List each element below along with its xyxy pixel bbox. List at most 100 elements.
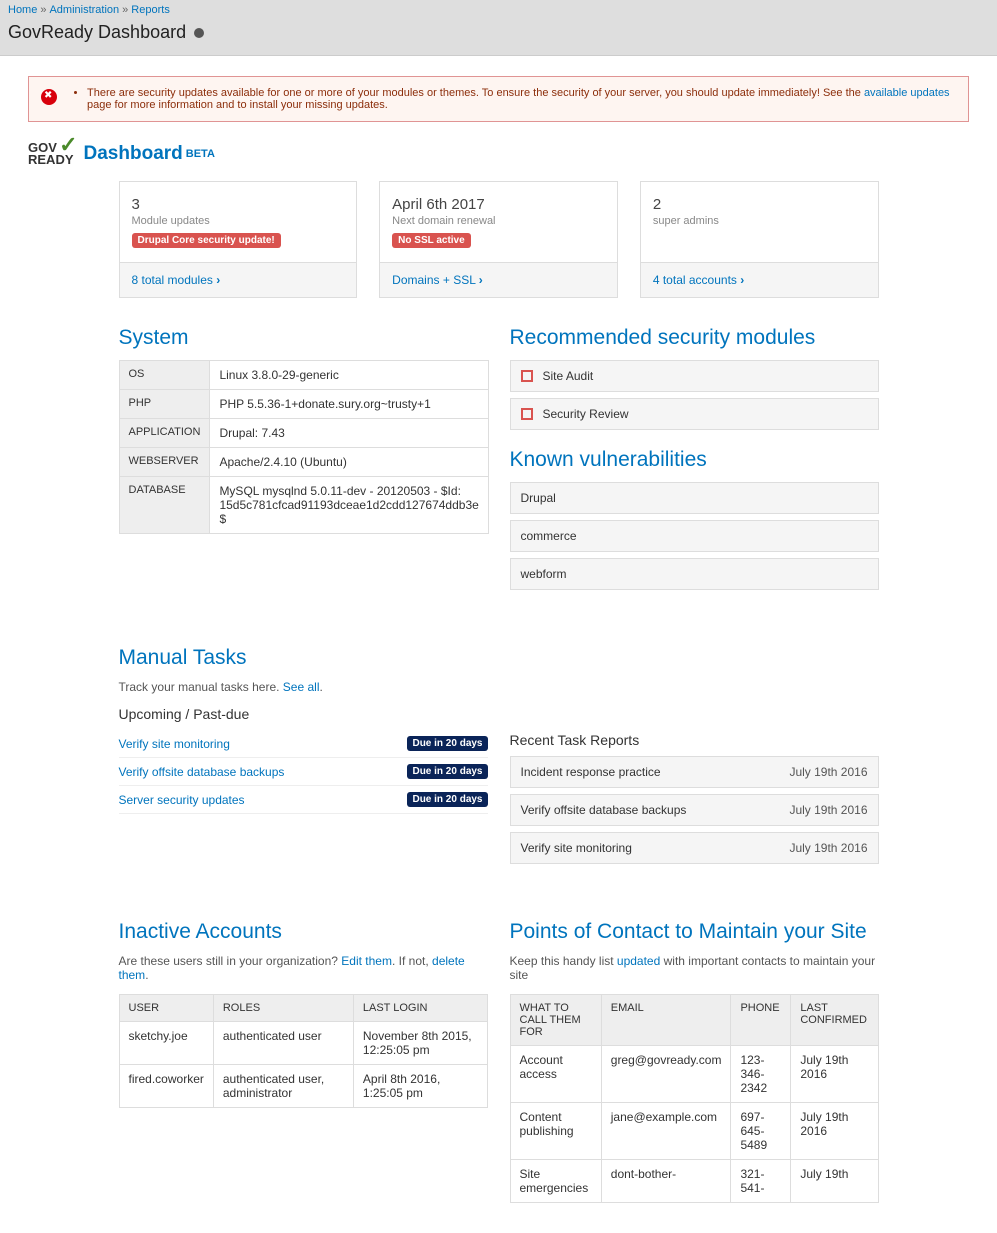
system-row: DATABASEMySQL mysqlnd 5.0.11-dev - 20120… <box>119 477 488 534</box>
domain-label: Next domain renewal <box>392 215 605 227</box>
inactive-sub: Are these users still in your organizati… <box>119 954 488 982</box>
cell-roles: authenticated user, administrator <box>213 1065 353 1108</box>
report-date: July 19th 2016 <box>789 765 867 779</box>
cell-email: dont-bother- <box>601 1160 731 1203</box>
error-icon <box>41 89 57 105</box>
total-modules-link[interactable]: 8 total modules › <box>132 273 221 287</box>
cell-phone: 697-645-5489 <box>731 1103 791 1160</box>
due-badge: Due in 20 days <box>407 792 487 807</box>
vuln-item[interactable]: webform <box>510 558 879 590</box>
col-email: EMAIL <box>601 995 731 1046</box>
poc-heading: Points of Contact to Maintain your Site <box>510 920 879 944</box>
no-ssl-badge: No SSL active <box>392 233 471 248</box>
available-updates-link[interactable]: available updates <box>864 87 950 99</box>
checkbox-icon <box>521 370 533 382</box>
total-accounts-link[interactable]: 4 total accounts › <box>653 273 744 287</box>
manual-tasks-sub: Track your manual tasks here. See all. <box>119 680 488 694</box>
task-link[interactable]: Verify site monitoring <box>119 737 230 751</box>
drupal-core-badge: Drupal Core security update! <box>132 233 281 248</box>
system-row: OSLinux 3.8.0-29-generic <box>119 361 488 390</box>
security-alert: There are security updates available for… <box>28 76 969 122</box>
task-link[interactable]: Verify offsite database backups <box>119 765 285 779</box>
vuln-item[interactable]: commerce <box>510 520 879 552</box>
cell-what: Account access <box>510 1046 601 1103</box>
system-row: WEBSERVERApache/2.4.10 (Ubuntu) <box>119 448 488 477</box>
poc-table: WHAT TO CALL THEM FOR EMAIL PHONE LAST C… <box>510 994 879 1203</box>
modules-count: 3 <box>132 196 345 213</box>
sys-key: APPLICATION <box>119 419 210 448</box>
cell-email: greg@govready.com <box>601 1046 731 1103</box>
card-domain: April 6th 2017 Next domain renewal No SS… <box>379 181 618 298</box>
inactive-row: fired.coworkerauthenticated user, admini… <box>119 1065 487 1108</box>
checkbox-icon <box>521 408 533 420</box>
card-accounts: 2 super admins 4 total accounts › <box>640 181 879 298</box>
poc-row: Account accessgreg@govready.com123-346-2… <box>510 1046 878 1103</box>
col-roles: ROLES <box>213 995 353 1022</box>
super-admins-count: 2 <box>653 196 866 213</box>
system-row: APPLICATIONDrupal: 7.43 <box>119 419 488 448</box>
due-badge: Due in 20 days <box>407 764 487 779</box>
cell-last: July 19th 2016 <box>791 1046 878 1103</box>
card-modules: 3 Module updates Drupal Core security up… <box>119 181 358 298</box>
cell-last: April 8th 2016, 1:25:05 pm <box>353 1065 487 1108</box>
report-row[interactable]: Verify site monitoringJuly 19th 2016 <box>510 832 879 864</box>
cell-last: November 8th 2015, 12:25:05 pm <box>353 1022 487 1065</box>
vuln-item[interactable]: Drupal <box>510 482 879 514</box>
recent-reports-heading: Recent Task Reports <box>510 732 879 748</box>
due-badge: Due in 20 days <box>407 736 487 751</box>
domain-renewal-date: April 6th 2017 <box>392 196 605 213</box>
sys-val: MySQL mysqlnd 5.0.11-dev - 20120503 - $I… <box>210 477 488 534</box>
breadcrumb-home[interactable]: Home <box>8 4 37 16</box>
domains-ssl-link[interactable]: Domains + SSL › <box>392 273 483 287</box>
edit-users-link[interactable]: Edit them <box>341 954 392 968</box>
inactive-heading: Inactive Accounts <box>119 920 488 944</box>
cell-last: July 19th <box>791 1160 878 1203</box>
brand-row: ✓ GOVREADY Dashboard BETA <box>28 142 969 165</box>
inactive-row: sketchy.joeauthenticated userNovember 8t… <box>119 1022 487 1065</box>
sys-key: DATABASE <box>119 477 210 534</box>
report-row[interactable]: Incident response practice July 19th 2016 <box>510 756 879 788</box>
rec-mod-item[interactable]: Site Audit <box>510 360 879 392</box>
system-table: OSLinux 3.8.0-29-genericPHPPHP 5.5.36-1+… <box>119 360 489 534</box>
chevron-right-icon: › <box>216 273 220 287</box>
breadcrumb-admin[interactable]: Administration <box>49 4 119 16</box>
sys-key: OS <box>119 361 210 390</box>
system-row: PHPPHP 5.5.36-1+donate.sury.org~trusty+1 <box>119 390 488 419</box>
poc-row: Site emergenciesdont-bother-321-541-July… <box>510 1160 878 1203</box>
poc-sub: Keep this handy list updated with import… <box>510 954 879 982</box>
super-admins-label: super admins <box>653 215 866 227</box>
beta-badge: BETA <box>186 148 215 160</box>
page-title-dropdown-icon[interactable] <box>194 28 204 38</box>
col-what: WHAT TO CALL THEM FOR <box>510 995 601 1046</box>
chevron-right-icon: › <box>740 273 744 287</box>
rec-mods-heading: Recommended security modules <box>510 326 879 350</box>
cell-what: Content publishing <box>510 1103 601 1160</box>
report-name: Incident response practice <box>521 765 661 779</box>
report-name: Verify offsite database backups <box>521 803 687 817</box>
poc-row: Content publishingjane@example.com697-64… <box>510 1103 878 1160</box>
mod-name: Site Audit <box>543 369 594 383</box>
manual-tasks-heading: Manual Tasks <box>119 646 488 670</box>
sys-val: PHP 5.5.36-1+donate.sury.org~trusty+1 <box>210 390 488 419</box>
report-row[interactable]: Verify offsite database backups July 19th… <box>510 794 879 826</box>
sys-key: PHP <box>119 390 210 419</box>
breadcrumb-reports[interactable]: Reports <box>131 4 170 16</box>
cell-phone: 123-346-2342 <box>731 1046 791 1103</box>
cell-roles: authenticated user <box>213 1022 353 1065</box>
sys-key: WEBSERVER <box>119 448 210 477</box>
cell-what: Site emergencies <box>510 1160 601 1203</box>
report-date: July 19th 2016 <box>789 803 867 817</box>
rec-mod-item[interactable]: Security Review <box>510 398 879 430</box>
updated-link[interactable]: updated <box>617 954 660 968</box>
report-name: Verify site monitoring <box>521 841 632 855</box>
upcoming-heading: Upcoming / Past-due <box>119 706 488 722</box>
task-link[interactable]: Server security updates <box>119 793 245 807</box>
see-all-link[interactable]: See all <box>283 680 320 694</box>
col-user: USER <box>119 995 213 1022</box>
cell-phone: 321-541- <box>731 1160 791 1203</box>
dashboard-title-link[interactable]: Dashboard <box>84 143 183 165</box>
breadcrumb: Home»Administration»Reports <box>0 0 997 20</box>
task-row: Server security updates Due in 20 days <box>119 786 488 814</box>
sys-val: Apache/2.4.10 (Ubuntu) <box>210 448 488 477</box>
inactive-table: USER ROLES LAST LOGIN sketchy.joeauthent… <box>119 994 488 1108</box>
